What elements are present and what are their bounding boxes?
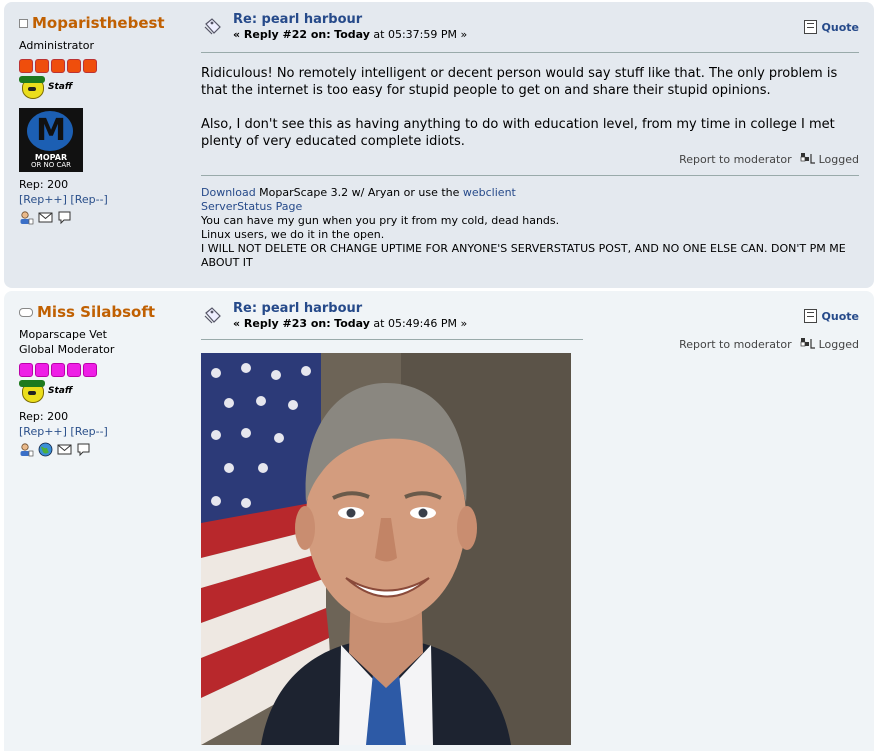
rank-stars (19, 59, 194, 73)
star-icon (83, 59, 97, 73)
post-subject-link[interactable]: Re: pearl harbour (233, 12, 362, 27)
post-subject-link[interactable]: Re: pearl harbour (233, 301, 362, 316)
logged-indicator: Logged (800, 152, 859, 166)
website-icon[interactable] (38, 442, 53, 457)
staff-badge: Staff (19, 380, 194, 403)
staff-label: Staff (48, 386, 73, 396)
reply-meta: « Reply #22 on: Today at 05:37:59 PM » (233, 28, 468, 41)
star-icon (19, 59, 33, 73)
report-to-moderator-link[interactable]: Report to moderator (679, 338, 792, 351)
reputation: Rep: 200 (19, 410, 69, 423)
staff-mascot-icon (19, 380, 45, 403)
poster-info: Miss Silabsoft Moparscape Vet Global Mod… (19, 303, 194, 457)
post-message: Ridiculous! No remotely intelligent or d… (201, 53, 859, 150)
username-link[interactable]: Miss Silabsoft (37, 303, 155, 321)
star-icon (67, 363, 81, 377)
rep-plus-link[interactable]: [Rep++] (19, 193, 67, 206)
quote-label: Quote (821, 309, 859, 323)
post-body: Re: pearl harbour « Reply #22 on: Today … (201, 12, 859, 270)
message-paragraph: Ridiculous! No remotely intelligent or d… (201, 66, 838, 98)
logged-ip-icon (800, 338, 815, 349)
post-footer: Report to moderator Logged (679, 337, 859, 351)
member-group: Administrator (19, 39, 94, 52)
avatar: M MOPAR OR NO CAR (19, 108, 83, 172)
rep-plus-link[interactable]: [Rep++] (19, 425, 67, 438)
post-footer: Report to moderator Logged (201, 152, 859, 166)
quote-label: Quote (821, 20, 859, 34)
post-body: Re: pearl harbour « Reply #23 on: Today … (201, 301, 859, 745)
logged-indicator: Logged (800, 337, 859, 351)
star-icon (67, 59, 81, 73)
offline-status-icon (19, 18, 28, 28)
staff-badge: Staff (19, 76, 194, 99)
avatar-text: OR NO CAR (30, 161, 72, 169)
signature-line: I WILL NOT DELETE OR CHANGE UPTIME FOR A… (201, 242, 846, 269)
signature-line: Linux users, we do it in the open. (201, 228, 385, 241)
rep-minus-link[interactable]: [Rep--] (70, 193, 107, 206)
profile-icon[interactable] (19, 442, 34, 457)
email-icon[interactable] (57, 442, 72, 457)
post-22: Moparisthebest Administrator Staff M MOP… (4, 2, 874, 288)
quote-button[interactable]: Quote (803, 309, 859, 323)
divider (201, 339, 583, 340)
email-icon[interactable] (38, 210, 53, 225)
message-paragraph: Also, I don't see this as having anythin… (201, 117, 835, 149)
logged-ip-icon (800, 153, 815, 164)
pm-icon[interactable] (76, 442, 91, 457)
star-icon (83, 363, 97, 377)
poster-info: Moparisthebest Administrator Staff M MOP… (19, 14, 194, 225)
star-icon (19, 363, 33, 377)
post-23: Miss Silabsoft Moparscape Vet Global Mod… (4, 291, 874, 751)
offline-status-icon (19, 307, 33, 317)
staff-mascot-icon (19, 76, 45, 99)
staff-label: Staff (48, 82, 73, 92)
quote-icon (803, 309, 817, 323)
reply-meta: « Reply #23 on: Today at 05:49:46 PM » (233, 317, 468, 330)
serverstatus-link[interactable]: ServerStatus Page (201, 200, 859, 214)
download-link[interactable]: Download (201, 186, 256, 199)
signature-line: You can have my gun when you pry it from… (201, 214, 560, 227)
star-icon (35, 59, 49, 73)
quote-icon (803, 20, 817, 34)
topic-icon (204, 307, 221, 324)
profile-icon[interactable] (19, 210, 34, 225)
logged-label: Logged (818, 152, 859, 166)
quote-button[interactable]: Quote (803, 20, 859, 34)
member-group-line: Moparscape Vet (19, 328, 107, 341)
posted-image (201, 353, 571, 745)
username-link[interactable]: Moparisthebest (32, 14, 165, 32)
pm-icon[interactable] (57, 210, 72, 225)
signature: Download MoparScape 3.2 w/ Aryan or use … (201, 176, 859, 270)
star-icon (51, 59, 65, 73)
member-group: Moparscape Vet Global Moderator (19, 327, 194, 357)
star-icon (35, 363, 49, 377)
logged-label: Logged (818, 337, 859, 351)
star-icon (51, 363, 65, 377)
rank-stars (19, 363, 194, 377)
report-to-moderator-link[interactable]: Report to moderator (679, 153, 792, 166)
topic-icon (204, 18, 221, 35)
member-group-line: Global Moderator (19, 343, 115, 356)
rep-minus-link[interactable]: [Rep--] (70, 425, 107, 438)
webclient-link[interactable]: webclient (463, 186, 516, 199)
reputation: Rep: 200 (19, 178, 69, 191)
